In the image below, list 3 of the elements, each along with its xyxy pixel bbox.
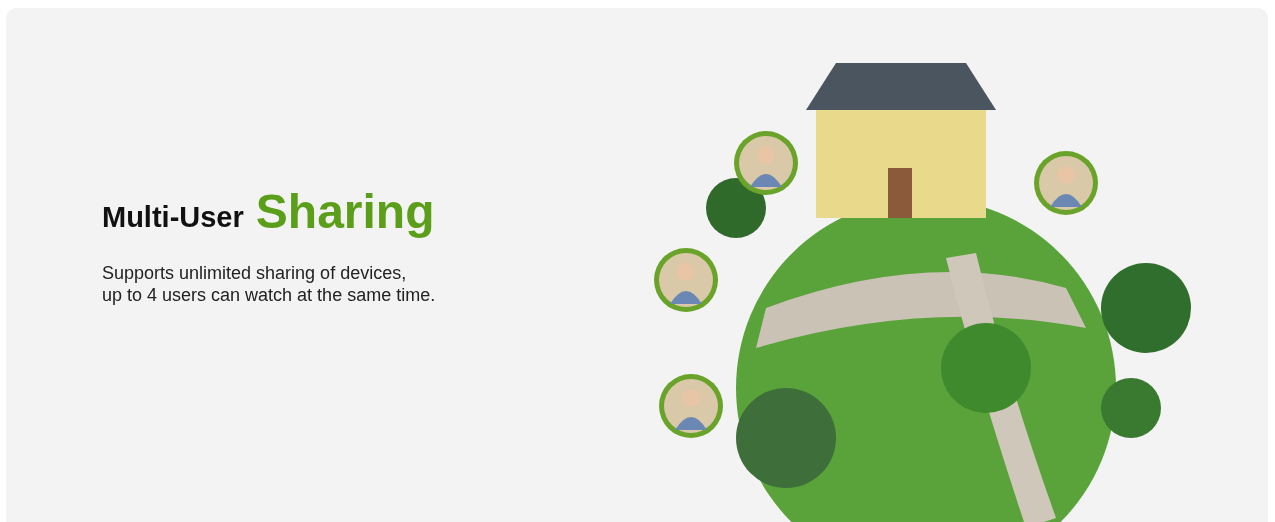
section-title: Multi-User bbox=[102, 203, 244, 235]
description-text: Supports unlimited sharing of devices, up to 4 users can watch at the same time. bbox=[102, 262, 436, 306]
highlighted-title: Sharing bbox=[255, 188, 435, 236]
